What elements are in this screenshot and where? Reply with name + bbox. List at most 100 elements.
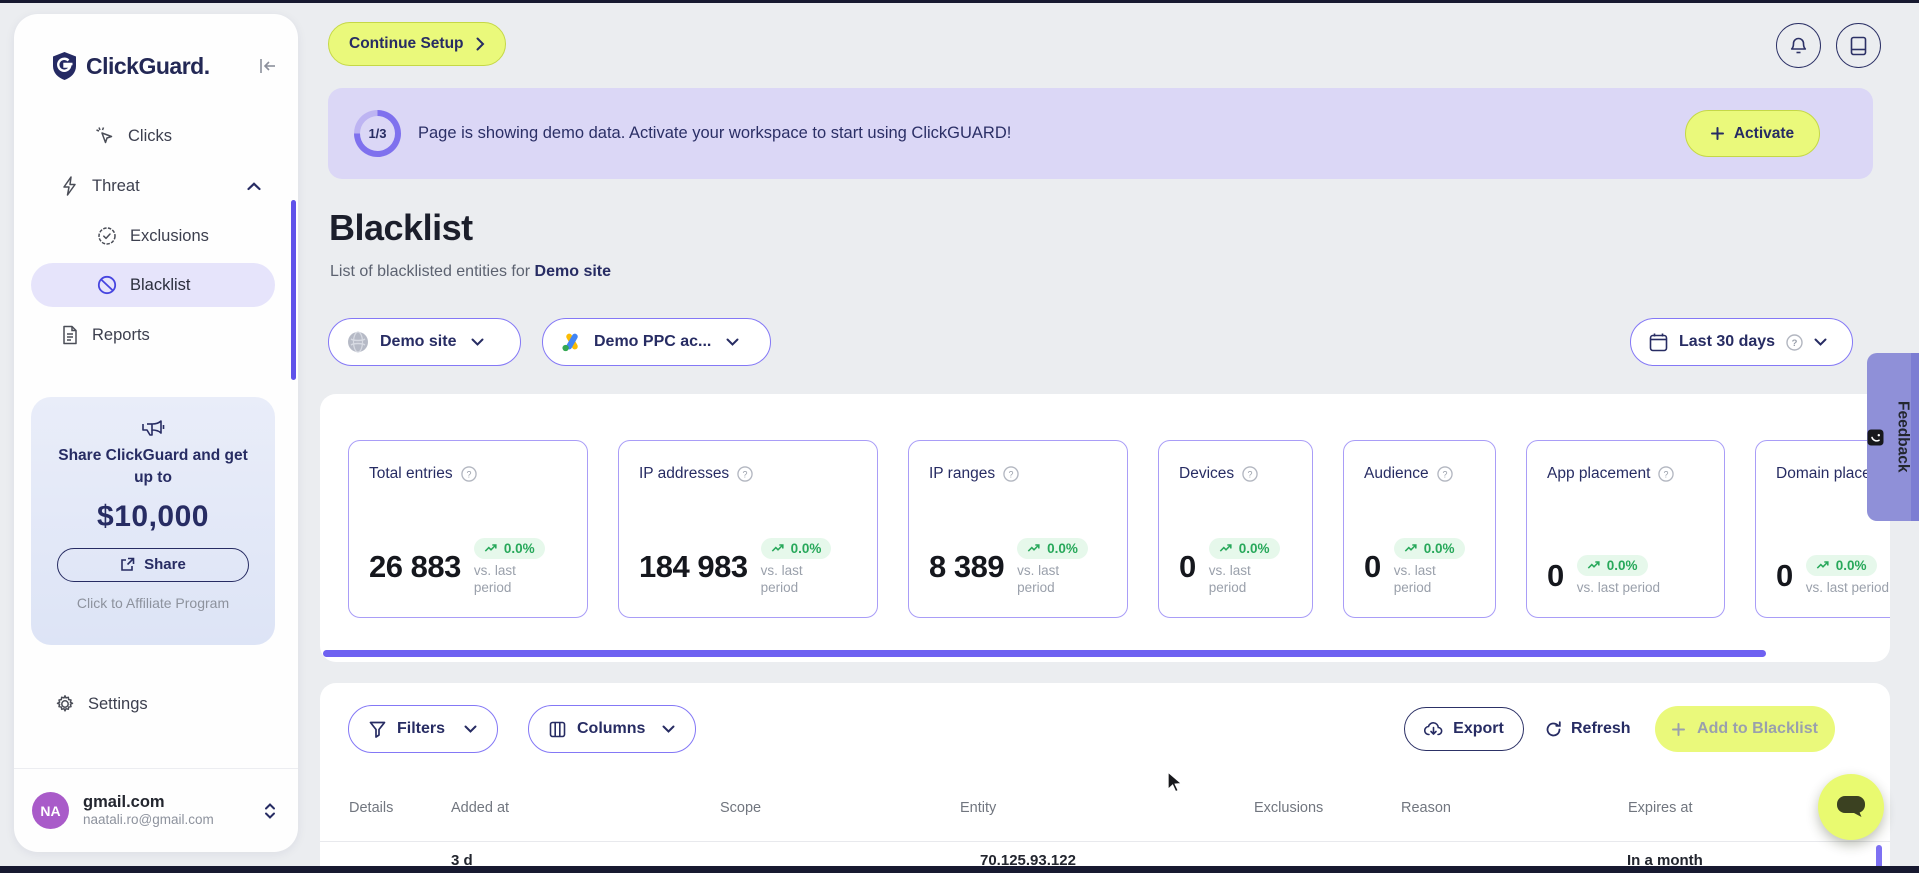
sidebar-item-label: Settings	[88, 694, 148, 713]
col-header-reason[interactable]: Reason	[1401, 800, 1451, 816]
table-header-divider	[320, 841, 1890, 842]
help-icon[interactable]: ?	[1436, 466, 1453, 482]
page-subtitle-text: List of blacklisted entities for	[330, 263, 531, 280]
trend-up-icon	[1816, 560, 1830, 571]
activate-button[interactable]: Activate	[1685, 110, 1820, 157]
top-edge-strip	[0, 0, 1919, 3]
col-header-details[interactable]: Details	[349, 800, 393, 816]
stat-vs-label: vs. last period	[1208, 562, 1251, 596]
document-icon	[61, 325, 79, 345]
ppc-account-value: Demo PPC ac...	[594, 333, 712, 350]
stat-value: 184 983	[639, 549, 748, 585]
sidebar-item-clicks[interactable]: Clicks	[95, 116, 172, 156]
chat-launcher-button[interactable]	[1818, 774, 1884, 840]
external-link-icon	[120, 557, 135, 572]
sidebar-item-settings[interactable]: Settings	[55, 684, 148, 724]
notifications-button[interactable]	[1776, 23, 1821, 68]
continue-setup-label: Continue Setup	[349, 35, 464, 52]
col-header-expires-at[interactable]: Expires at	[1628, 800, 1692, 816]
sidebar-item-exclusions[interactable]: Exclusions	[97, 216, 209, 256]
workspace-name: gmail.com	[83, 792, 165, 811]
add-to-blacklist-button[interactable]: Add to Blacklist	[1655, 706, 1835, 752]
col-header-added-at[interactable]: Added at	[451, 800, 509, 816]
sidebar-item-blacklist[interactable]: Blacklist	[31, 263, 275, 307]
col-header-scope[interactable]: Scope	[720, 800, 761, 816]
stat-card-audience: Audience ? 0 0.0% vs. last period	[1343, 440, 1496, 618]
svg-text:?: ?	[1664, 469, 1669, 479]
refresh-icon	[1545, 720, 1562, 738]
add-to-blacklist-label: Add to Blacklist	[1697, 720, 1818, 737]
help-icon[interactable]: ?	[460, 466, 477, 482]
col-header-entity[interactable]: Entity	[960, 800, 996, 816]
feedback-smiley-icon	[1867, 429, 1884, 446]
stat-label: Total entries	[369, 465, 453, 482]
docs-button[interactable]	[1836, 23, 1881, 68]
ppc-account-select[interactable]: Demo PPC ac...	[542, 318, 771, 366]
bottom-edge-strip	[0, 866, 1919, 873]
sidebar-item-reports[interactable]: Reports	[61, 315, 150, 355]
calendar-icon	[1649, 332, 1668, 352]
sidebar-item-label: Threat	[92, 176, 140, 195]
sidebar: ClickGuard. Clicks Threat Exclusions Bla…	[14, 14, 298, 852]
sidebar-item-threat[interactable]: Threat	[61, 166, 261, 206]
export-label: Export	[1453, 720, 1504, 737]
feedback-label: Feedback	[1894, 401, 1912, 473]
filters-dropdown[interactable]: Filters	[348, 705, 499, 753]
help-icon[interactable]: ?	[1658, 466, 1675, 482]
columns-icon	[549, 721, 566, 738]
date-range-select[interactable]: Last 30 days ?	[1630, 318, 1853, 366]
funnel-icon	[369, 721, 386, 738]
chat-bubble-icon	[1835, 793, 1867, 821]
user-email: naatali.ro@gmail.com	[83, 812, 214, 828]
trend-up-icon	[484, 543, 498, 554]
stat-delta: 0.0%	[1606, 558, 1638, 574]
trend-up-icon	[1404, 543, 1418, 554]
stat-value: 26 883	[369, 549, 461, 585]
col-header-exclusions[interactable]: Exclusions	[1254, 800, 1323, 816]
svg-text:?: ?	[466, 469, 471, 479]
export-button[interactable]: Export	[1404, 707, 1524, 751]
account-switcher[interactable]: NA gmail.com naatali.ro@gmail.com	[14, 768, 298, 852]
columns-dropdown[interactable]: Columns	[528, 705, 697, 753]
stat-card-ip-addresses: IP addresses ? 184 983 0.0% vs. last per…	[618, 440, 878, 618]
stat-delta: 0.0%	[1835, 558, 1867, 574]
brand-name: ClickGuard.	[86, 52, 210, 79]
stat-value: 0	[1547, 558, 1564, 594]
chevron-down-icon	[464, 725, 477, 733]
promo-footnote: Click to Affiliate Program	[76, 594, 230, 611]
stat-value: 0	[1364, 549, 1381, 585]
chevron-updown-icon	[264, 802, 276, 820]
blacklist-table-panel: Filters Columns Export Refresh Add to Bl…	[320, 683, 1890, 873]
horizontal-scrollbar[interactable]	[323, 650, 1766, 657]
help-icon[interactable]: ?	[1242, 466, 1258, 482]
refresh-button[interactable]: Refresh	[1545, 707, 1631, 751]
stat-delta: 0.0%	[1423, 540, 1455, 556]
feedback-tab[interactable]: Feedback	[1867, 353, 1919, 521]
svg-text:?: ?	[1792, 338, 1798, 349]
help-icon[interactable]: ?	[737, 466, 753, 482]
chevron-down-icon	[662, 725, 675, 733]
help-icon[interactable]: ?	[1003, 466, 1019, 482]
share-button-label: Share	[144, 556, 186, 574]
svg-text:?: ?	[743, 469, 748, 479]
site-select[interactable]: Demo site	[328, 318, 521, 366]
gear-icon	[55, 694, 75, 714]
brand-header: ClickGuard.	[51, 50, 277, 82]
stat-vs-label: vs. last period	[1017, 562, 1060, 596]
share-button[interactable]: Share	[57, 547, 249, 582]
stat-card-total-entries: Total entries ? 26 883 0.0% vs. last per…	[348, 440, 588, 618]
stat-cards-row: Total entries ? 26 883 0.0% vs. last per…	[348, 440, 1890, 618]
sidebar-scrollbar[interactable]	[291, 200, 296, 380]
sidebar-collapse-icon[interactable]	[259, 58, 277, 74]
lightning-icon	[61, 176, 79, 196]
stat-value: 8 389	[929, 549, 1005, 585]
promo-amount: $10,000	[97, 499, 209, 533]
trend-up-icon	[1027, 543, 1041, 554]
cloud-download-icon	[1424, 721, 1443, 737]
sidebar-item-label: Reports	[92, 325, 150, 344]
continue-setup-button[interactable]: Continue Setup	[328, 22, 506, 66]
google-ads-icon	[561, 332, 583, 352]
date-range-value: Last 30 days	[1679, 333, 1776, 350]
stat-delta: 0.0%	[790, 540, 822, 556]
stat-label: Audience	[1364, 465, 1429, 482]
